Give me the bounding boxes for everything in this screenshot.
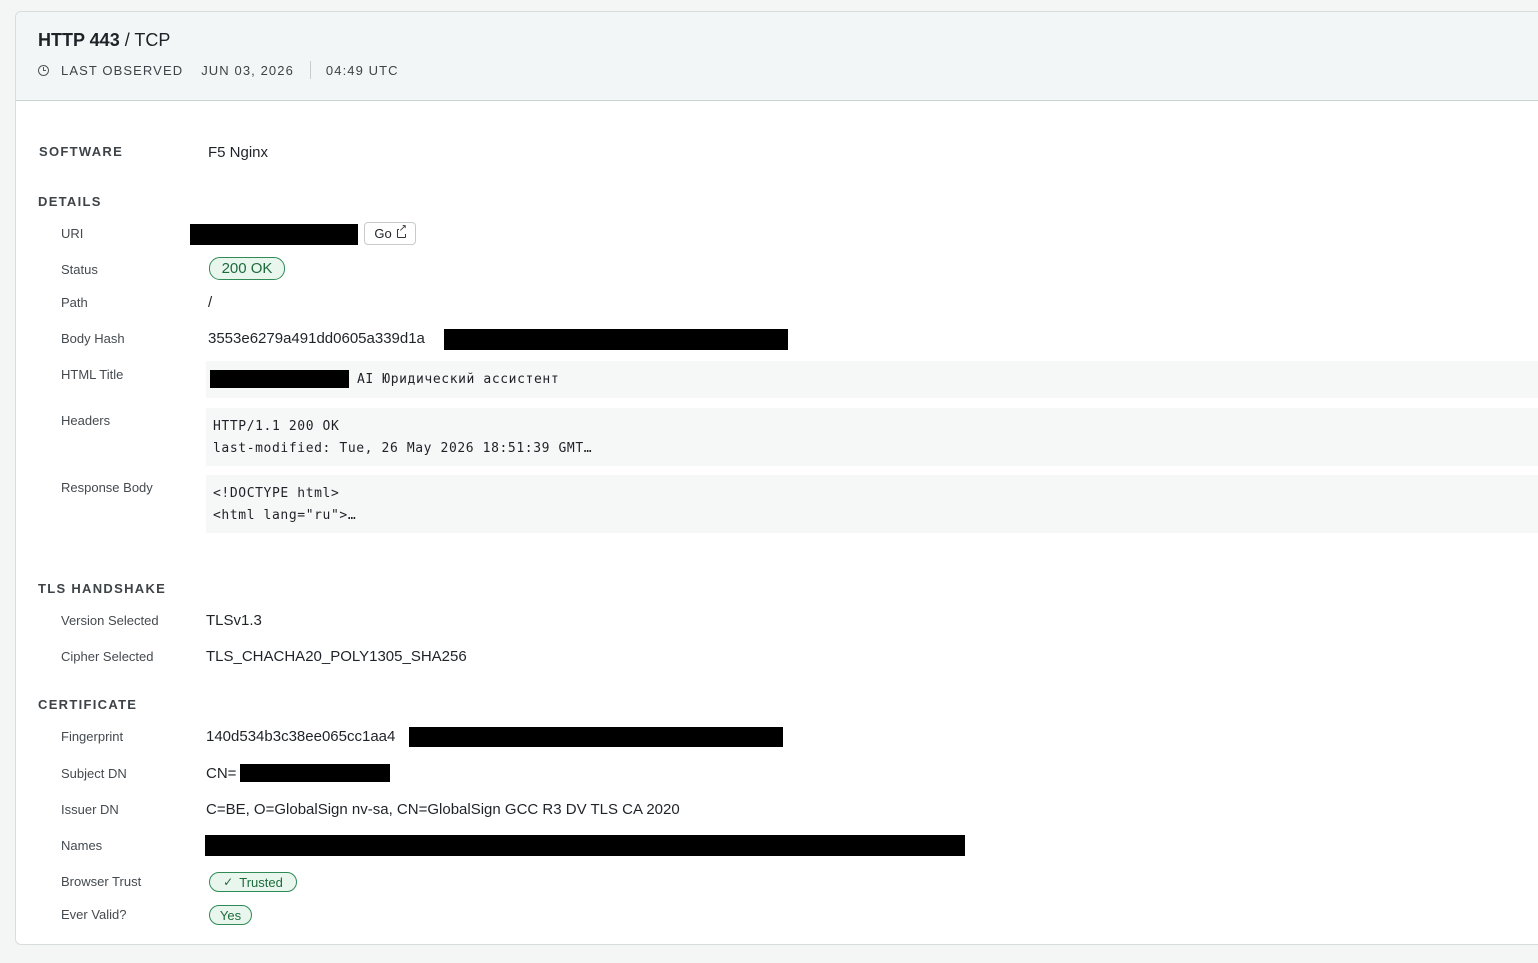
subject-dn-value: CN= <box>206 765 237 782</box>
headers-line-2: last-modified: Tue, 26 May 2026 18:51:39… <box>213 441 593 456</box>
status-badge: 200 OK <box>209 257 285 280</box>
names-label: Names <box>61 838 103 853</box>
body-hash-redacted <box>444 329 788 350</box>
response-body-line-1: <!DOCTYPE html> <box>213 486 340 501</box>
body-hash-label: Body Hash <box>61 331 125 346</box>
clock-icon <box>38 64 49 76</box>
check-icon: ✓ <box>223 875 234 889</box>
tls-section-title: TLS HANDSHAKE <box>38 581 167 596</box>
response-body-line-2: <html lang="ru">… <box>213 508 357 523</box>
go-button-label: Go <box>374 226 392 241</box>
fingerprint-label: Fingerprint <box>61 729 124 744</box>
last-observed-time: 04:49 UTC <box>325 62 399 78</box>
html-title-redacted <box>210 370 349 388</box>
protocol-port: HTTP 443 <box>38 30 120 50</box>
version-selected-value: TLSv1.3 <box>206 612 262 629</box>
date-time-divider <box>309 61 311 79</box>
issuer-dn-label: Issuer DN <box>61 802 119 817</box>
browser-trust-value: Trusted <box>239 874 283 890</box>
go-button[interactable]: Go <box>364 222 416 245</box>
details-section-title: DETAILS <box>38 194 102 209</box>
headers-line-1: HTTP/1.1 200 OK <box>213 419 340 434</box>
headers-label: Headers <box>61 413 111 428</box>
browser-trust-label: Browser Trust <box>61 874 142 889</box>
ever-valid-value: Yes <box>219 907 242 923</box>
last-observed: LAST OBSERVED JUN 03, 2026 04:49 UTC <box>38 61 399 79</box>
browser-trust-badge: ✓ Trusted <box>209 872 297 892</box>
response-body-label: Response Body <box>61 480 153 495</box>
last-observed-date: JUN 03, 2026 <box>201 62 294 78</box>
status-label: Status <box>61 262 98 277</box>
title-separator: / <box>119 30 135 50</box>
service-header: HTTP 443 / TCP LAST OBSERVED JUN 03, 202… <box>16 12 1538 101</box>
service-card: HTTP 443 / TCP LAST OBSERVED JUN 03, 202… <box>15 11 1538 945</box>
software-value: F5 Nginx <box>208 144 269 161</box>
last-observed-label: LAST OBSERVED <box>61 62 184 78</box>
uri-redacted <box>190 224 358 245</box>
fingerprint-value: 140d534b3c38ee065cc1aa4 <box>206 728 396 745</box>
version-selected-label: Version Selected <box>61 613 159 628</box>
certificate-section-title: CERTIFICATE <box>38 697 138 712</box>
cipher-selected-label: Cipher Selected <box>61 649 154 664</box>
fingerprint-redacted <box>409 727 783 747</box>
ever-valid-badge: Yes <box>209 905 252 925</box>
software-label: SOFTWARE <box>39 144 124 159</box>
subject-dn-redacted <box>240 764 390 782</box>
path-value: / <box>208 294 213 311</box>
path-label: Path <box>61 295 88 310</box>
status-value: 200 OK <box>221 260 273 277</box>
transport: TCP <box>134 30 171 50</box>
cipher-selected-value: TLS_CHACHA20_POLY1305_SHA256 <box>206 648 467 665</box>
body-hash-value: 3553e6279a491dd0605a339d1a <box>208 330 425 347</box>
service-title: HTTP 443 / TCP <box>38 30 170 51</box>
headers-box: HTTP/1.1 200 OK last-modified: Tue, 26 M… <box>206 408 1538 466</box>
response-body-box: <!DOCTYPE html> <html lang="ru">… <box>206 475 1538 533</box>
issuer-dn-value: C=BE, O=GlobalSign nv-sa, CN=GlobalSign … <box>206 801 680 818</box>
names-redacted <box>205 835 965 856</box>
subject-dn-label: Subject DN <box>61 766 127 781</box>
uri-label: URI <box>61 226 84 241</box>
ever-valid-label: Ever Valid? <box>61 907 127 922</box>
html-title-value: AI Юридический ассистент <box>357 372 560 387</box>
external-link-icon <box>396 224 408 238</box>
html-title-box: AI Юридический ассистент <box>206 361 1538 398</box>
html-title-label: HTML Title <box>61 367 124 382</box>
